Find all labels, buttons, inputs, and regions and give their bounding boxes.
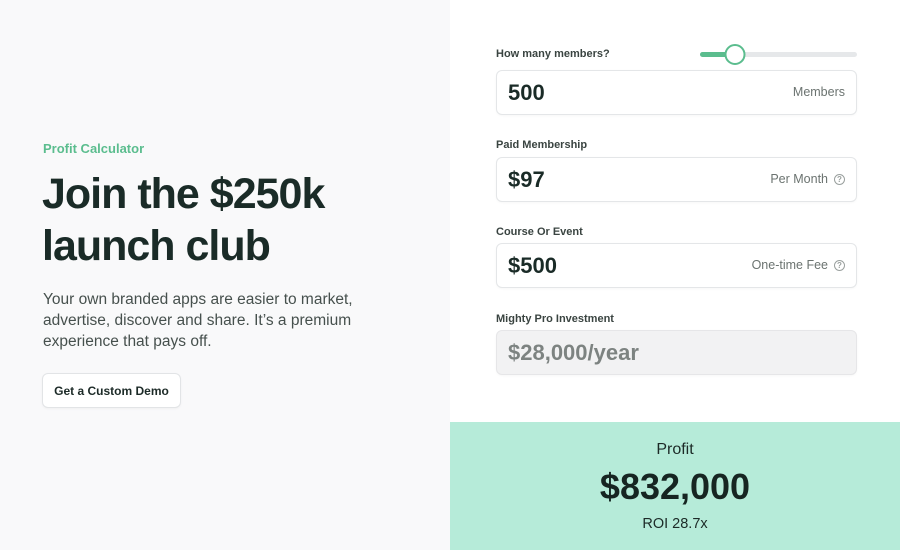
members-value: 500: [508, 80, 545, 105]
page-title: Join the $250k launch club: [42, 168, 442, 272]
membership-unit: Per Month ?: [770, 172, 845, 186]
headline-line-2: launch club: [42, 222, 271, 270]
members-slider[interactable]: [700, 44, 857, 65]
eyebrow-label: Profit Calculator: [43, 141, 145, 156]
profit-value: $832,000: [599, 466, 751, 507]
hero-description: Your own branded apps are easier to mark…: [43, 291, 353, 350]
investment-field: $28,000/year: [496, 330, 857, 375]
calculator-panel: How many members? 500 Members Paid Membe…: [450, 0, 900, 422]
custom-demo-button[interactable]: Get a Custom Demo: [42, 373, 181, 408]
membership-label: Paid Membership: [496, 139, 588, 151]
headline-line-1: Join the $250k: [42, 170, 325, 218]
investment-label: Mighty Pro Investment: [496, 313, 614, 325]
course-unit: One-time Fee ?: [752, 258, 845, 272]
members-label: How many members?: [496, 48, 610, 60]
course-unit-label: One-time Fee: [751, 258, 828, 272]
membership-price-input[interactable]: $97 Per Month ?: [496, 157, 857, 202]
members-unit: Members: [793, 85, 845, 99]
profit-label: Profit: [656, 441, 694, 458]
investment-value: $28,000/year: [508, 340, 639, 365]
question-circle-icon[interactable]: ?: [834, 259, 845, 271]
course-fee-input[interactable]: $500 One-time Fee ?: [496, 243, 857, 288]
course-fee-value: $500: [508, 253, 557, 278]
hero-panel: Profit Calculator Join the $250k launch …: [0, 0, 450, 550]
course-label: Course Or Event: [496, 226, 583, 238]
question-circle-icon[interactable]: ?: [834, 173, 845, 185]
members-slider-thumb[interactable]: [724, 44, 746, 65]
membership-price-value: $97: [508, 167, 545, 192]
members-unit-label: Members: [792, 85, 845, 99]
roi-value: ROI 28.7x: [642, 516, 708, 532]
profit-result-panel: Profit $832,000 ROI 28.7x: [450, 422, 900, 550]
membership-unit-label: Per Month: [770, 172, 828, 186]
members-input[interactable]: 500 Members: [496, 70, 857, 115]
